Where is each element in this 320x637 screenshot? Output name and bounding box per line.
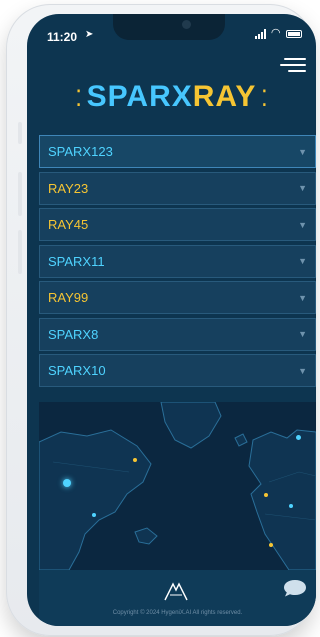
chevron-down-icon: ▼ [298, 292, 307, 303]
location-arrow-icon: ➤ [85, 29, 94, 40]
status-time: 11:20 [47, 30, 78, 44]
status-bar: 11:20 ➤ ◠ [27, 14, 316, 56]
device-name: SPARX123 [48, 144, 113, 159]
logo-spark-icon: ⁚ [260, 86, 268, 111]
island [134, 527, 158, 545]
logo-spark-icon: ⁚ [75, 86, 83, 111]
logo-part-sparx: SPARX [86, 80, 193, 113]
copyright-text: Copyright © 2024 HygeniX.AI All rights r… [112, 610, 243, 616]
signal-icon [254, 28, 266, 39]
chevron-down-icon: ▼ [298, 183, 307, 193]
device-item[interactable]: SPARX11 ▼ [39, 244, 316, 278]
chevron-down-icon: ▼ [298, 146, 307, 157]
device-list: SPARX123 ▼ RAY23 ▼ RAY45 ▼ SPARX11 ▼ RAY… [39, 135, 316, 391]
continent-europe-africa [248, 429, 316, 570]
device-item[interactable]: RAY45 ▼ [39, 208, 316, 241]
device-marker[interactable] [289, 504, 293, 508]
device-name: RAY45 [48, 217, 89, 232]
device-marker[interactable] [296, 435, 301, 440]
device-item[interactable]: RAY99 ▼ [39, 281, 316, 314]
device-marker[interactable] [133, 458, 137, 462]
status-icons: ◠ [254, 27, 302, 39]
world-map[interactable] [39, 402, 316, 570]
device-name: SPARX8 [48, 326, 99, 342]
device-name: SPARX10 [48, 363, 106, 378]
logo-part-ray: RAY [192, 80, 257, 113]
chevron-down-icon: ▼ [298, 256, 307, 266]
device-name: SPARX11 [48, 253, 105, 269]
footer-logo-icon [164, 582, 188, 601]
map-graphic [39, 402, 316, 570]
side-button [18, 230, 22, 274]
notch [113, 14, 225, 40]
chevron-down-icon: ▼ [298, 219, 307, 230]
device-marker[interactable] [264, 493, 268, 497]
continent-north-america [39, 429, 152, 570]
menu-button[interactable] [280, 56, 306, 72]
device-item[interactable]: RAY23 ▼ [39, 171, 316, 205]
device-item[interactable]: SPARX8 ▼ [39, 317, 316, 351]
battery-icon [286, 29, 302, 38]
chevron-down-icon: ▼ [298, 365, 307, 376]
app-logo: ⁚ SPARXRAY ⁚ [27, 80, 316, 114]
footer: Copyright © 2024 HygeniX.AI All rights r… [39, 570, 316, 626]
chevron-down-icon: ▼ [298, 329, 307, 339]
device-name: RAY23 [48, 180, 89, 196]
device-item[interactable]: SPARX10 ▼ [39, 354, 316, 387]
device-marker[interactable] [269, 543, 273, 547]
app-screen: 11:20 ➤ ◠ ⁚ SPARXRAY ⁚ SPARX123 ▼ RAY23 … [27, 14, 316, 626]
device-marker[interactable] [92, 513, 96, 517]
device-marker[interactable] [63, 479, 71, 487]
side-button [18, 172, 22, 216]
island [234, 433, 248, 447]
side-button [18, 122, 22, 144]
camera-icon [182, 20, 191, 29]
chat-icon[interactable] [282, 578, 308, 598]
continent-greenland [160, 402, 222, 449]
device-item[interactable]: SPARX123 ▼ [39, 135, 316, 168]
wifi-icon: ◠ [271, 27, 280, 39]
device-name: RAY99 [48, 290, 89, 305]
